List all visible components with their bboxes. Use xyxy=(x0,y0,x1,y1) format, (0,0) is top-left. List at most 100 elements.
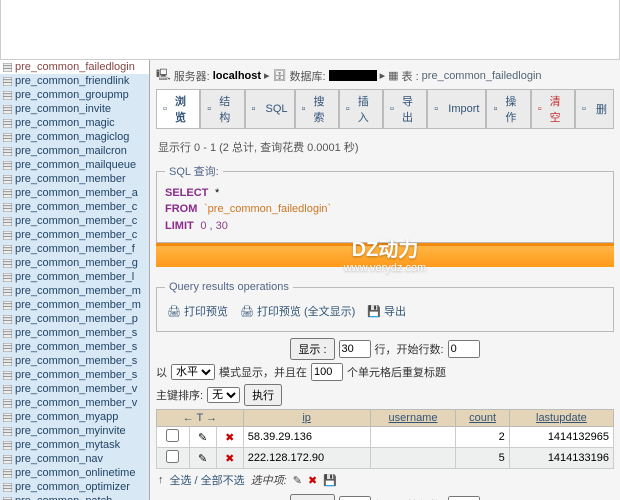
sql-text: SELECT * FROM `pre_common_failedlogin` L… xyxy=(165,185,605,234)
col-ip[interactable]: ip xyxy=(243,410,370,427)
sidebar-item-label: pre_common_mailcron xyxy=(15,145,127,157)
sidebar-item[interactable]: pre_common_member_v xyxy=(0,382,149,396)
delete-row-icon[interactable]: ✖ xyxy=(225,452,234,465)
sidebar-item[interactable]: pre_common_nav xyxy=(0,452,149,466)
sidebar-item-label: pre_common_mytask xyxy=(15,439,120,451)
sidebar-item[interactable]: pre_common_member_m xyxy=(0,298,149,312)
sidebar-item-label: pre_common_member_s xyxy=(15,341,137,353)
tab-icon: ▫ xyxy=(302,103,312,115)
sidebar-item[interactable]: pre_common_member_v xyxy=(0,396,149,410)
sidebar-item[interactable]: pre_common_member xyxy=(0,172,149,186)
sidebar-item[interactable]: pre_common_member_l xyxy=(0,270,149,284)
sidebar-item[interactable]: pre_common_member_s xyxy=(0,326,149,340)
tab-插入[interactable]: ▫插入 xyxy=(339,89,383,128)
sidebar-item[interactable]: pre_common_member_s xyxy=(0,354,149,368)
sidebar-item[interactable]: pre_common_friendlink xyxy=(0,74,149,88)
sidebar-item[interactable]: pre_common_magic xyxy=(0,116,149,130)
mode-prefix: 以 xyxy=(156,364,167,380)
tab-label: Import xyxy=(448,103,479,115)
sidebar-item[interactable]: pre_common_member_f xyxy=(0,242,149,256)
table-icon xyxy=(3,413,12,422)
pk-select[interactable]: 无 xyxy=(207,387,240,403)
sidebar-item[interactable]: pre_common_invite xyxy=(0,102,149,116)
bc-server-label: 服务器: xyxy=(174,68,210,84)
sidebar-item[interactable]: pre_common_mailqueue xyxy=(0,158,149,172)
tab-结构[interactable]: ▫结构 xyxy=(200,89,244,128)
sidebar-item[interactable]: pre_common_member_c xyxy=(0,214,149,228)
col-username[interactable]: username xyxy=(370,410,456,427)
table-icon xyxy=(3,315,12,324)
tab-浏览[interactable]: ▫浏览 xyxy=(156,89,200,128)
tab-搜索[interactable]: ▫搜索 xyxy=(295,89,339,128)
display-controls-1: 显示 : 行，开始行数: xyxy=(156,338,614,360)
sidebar-item[interactable]: pre_common_mytask xyxy=(0,438,149,452)
mode-select[interactable]: 水平 xyxy=(171,364,215,380)
sidebar-item[interactable]: pre_common_patch xyxy=(0,494,149,500)
delete-row-icon[interactable]: ✖ xyxy=(225,431,234,444)
sidebar-item-label: pre_common_myapp xyxy=(15,411,118,423)
export-selected-icon[interactable]: 💾 xyxy=(323,474,337,487)
show-button[interactable]: 显示 : xyxy=(290,338,334,360)
rows-input[interactable] xyxy=(339,340,371,358)
row-action-header: ← T → xyxy=(157,410,244,427)
sidebar-item[interactable]: pre_common_member_s xyxy=(0,340,149,354)
tab-删[interactable]: ▫删 xyxy=(575,89,614,128)
cell-ip: 58.39.29.136 xyxy=(243,427,370,448)
table-icon xyxy=(3,427,12,436)
sidebar-item[interactable]: pre_common_onlinetime xyxy=(0,466,149,480)
sidebar-item-label: pre_common_member xyxy=(15,173,126,185)
sidebar-item[interactable]: pre_common_myapp xyxy=(0,410,149,424)
tab-清空[interactable]: ▫清空 xyxy=(531,89,575,128)
database-icon: 🗄 xyxy=(273,69,287,82)
select-all-link[interactable]: 全选 / 全部不选 xyxy=(170,472,245,488)
sidebar-item[interactable]: pre_common_member_m xyxy=(0,284,149,298)
tab-操作[interactable]: ▫操作 xyxy=(486,89,530,128)
sidebar-item[interactable]: pre_common_member_a xyxy=(0,186,149,200)
export-link[interactable]: 💾导出 xyxy=(367,303,406,319)
sidebar-item[interactable]: pre_common_member_c xyxy=(0,228,149,242)
rows-input-bottom[interactable] xyxy=(339,496,371,500)
print-preview-link[interactable]: 🖨打印预览 xyxy=(167,303,228,319)
table-icon xyxy=(3,91,12,100)
repeat-input[interactable] xyxy=(311,363,343,381)
edit-row-icon[interactable]: ✎ xyxy=(198,452,207,465)
sidebar-item[interactable]: pre_common_mailcron xyxy=(0,144,149,158)
sidebar-item[interactable]: pre_common_member_g xyxy=(0,256,149,270)
edit-selected-icon[interactable]: ✎ xyxy=(293,474,302,487)
start-input-bottom[interactable] xyxy=(448,496,480,500)
sidebar-item[interactable]: pre_common_failedlogin xyxy=(0,60,149,74)
table-icon xyxy=(3,133,12,142)
sidebar-item[interactable]: pre_common_myinvite xyxy=(0,424,149,438)
pk-label: 主键排序: xyxy=(156,387,203,403)
sidebar-item-label: pre_common_groupmp xyxy=(15,89,129,101)
sidebar-item[interactable]: pre_common_magiclog xyxy=(0,130,149,144)
tab-Import[interactable]: ▫Import xyxy=(427,89,486,128)
sidebar-item-label: pre_common_patch xyxy=(15,495,112,500)
table-icon xyxy=(3,105,12,114)
row-checkbox[interactable] xyxy=(166,429,179,442)
col-count[interactable]: count xyxy=(456,410,509,427)
sidebar-item[interactable]: pre_common_member_c xyxy=(0,200,149,214)
delete-selected-icon[interactable]: ✖ xyxy=(308,474,317,487)
table-icon xyxy=(3,357,12,366)
table-icon xyxy=(3,497,12,500)
col-lastupdate[interactable]: lastupdate xyxy=(509,410,613,427)
sidebar-item-label: pre_common_member_s xyxy=(15,327,137,339)
sidebar-item[interactable]: pre_common_member_s xyxy=(0,368,149,382)
tab-SQL[interactable]: ▫SQL xyxy=(245,89,295,128)
repeat-suffix: 个单元格后重复标题 xyxy=(347,364,446,380)
edit-row-icon[interactable]: ✎ xyxy=(198,431,207,444)
table-icon xyxy=(3,385,12,394)
print-full-link[interactable]: 🖨打印预览 (全文显示) xyxy=(240,303,355,319)
tab-label: 搜索 xyxy=(313,93,331,125)
sidebar-item[interactable]: pre_common_optimizer xyxy=(0,480,149,494)
sidebar-item[interactable]: pre_common_groupmp xyxy=(0,88,149,102)
table-icon xyxy=(3,63,12,72)
row-checkbox[interactable] xyxy=(166,450,179,463)
go-button[interactable]: 执行 xyxy=(244,384,282,406)
sidebar-item[interactable]: pre_common_member_p xyxy=(0,312,149,326)
show-button-bottom[interactable]: 显示 : xyxy=(290,494,334,500)
tab-导出[interactable]: ▫导出 xyxy=(383,89,427,128)
with-selected-label: 选中项: xyxy=(251,472,287,488)
start-input[interactable] xyxy=(448,340,480,358)
